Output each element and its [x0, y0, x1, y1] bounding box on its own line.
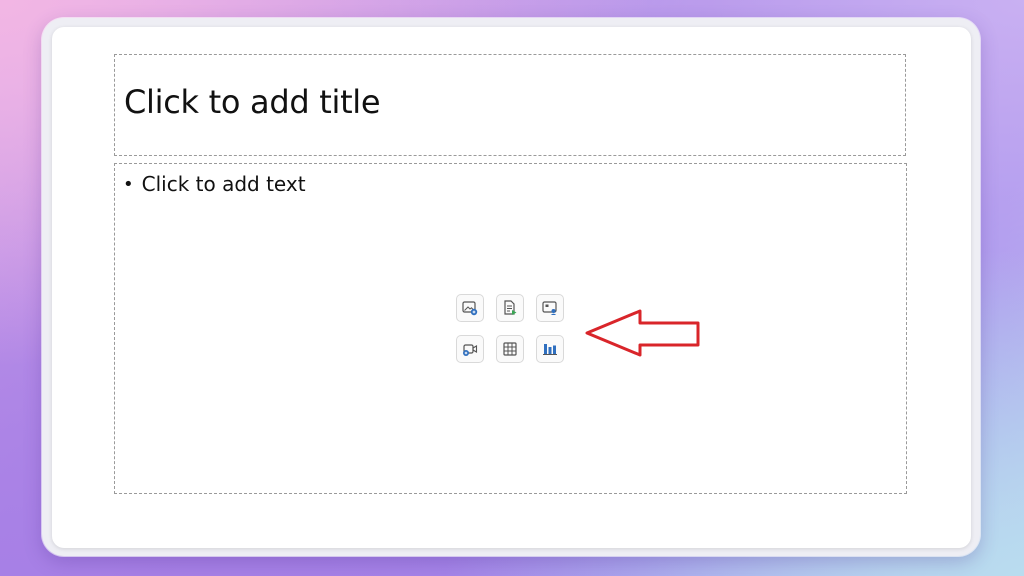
insert-pictures-button[interactable]	[456, 294, 484, 322]
insert-cameo-button[interactable]	[536, 294, 564, 322]
insert-pictures-icon	[462, 301, 478, 316]
bullet-marker: •	[123, 173, 134, 195]
insert-chart-button[interactable]	[536, 335, 564, 363]
content-placeholder[interactable]: • Click to add text	[114, 163, 907, 494]
insert-table-icon	[503, 342, 517, 356]
insert-chart-icon	[543, 344, 557, 355]
title-placeholder[interactable]: Click to add title	[114, 54, 906, 156]
content-placeholder-bullet-row: • Click to add text	[123, 172, 306, 196]
insert-from-file-button[interactable]	[496, 294, 524, 322]
title-placeholder-text: Click to add title	[124, 83, 381, 121]
insert-table-button[interactable]	[496, 335, 524, 363]
insert-from-file-icon	[504, 300, 517, 315]
insert-video-icon	[463, 344, 478, 356]
annotation-arrow-icon	[585, 309, 700, 357]
insert-cameo-icon	[542, 301, 557, 315]
insert-video-button[interactable]	[456, 335, 484, 363]
content-placeholder-text: Click to add text	[141, 172, 306, 196]
